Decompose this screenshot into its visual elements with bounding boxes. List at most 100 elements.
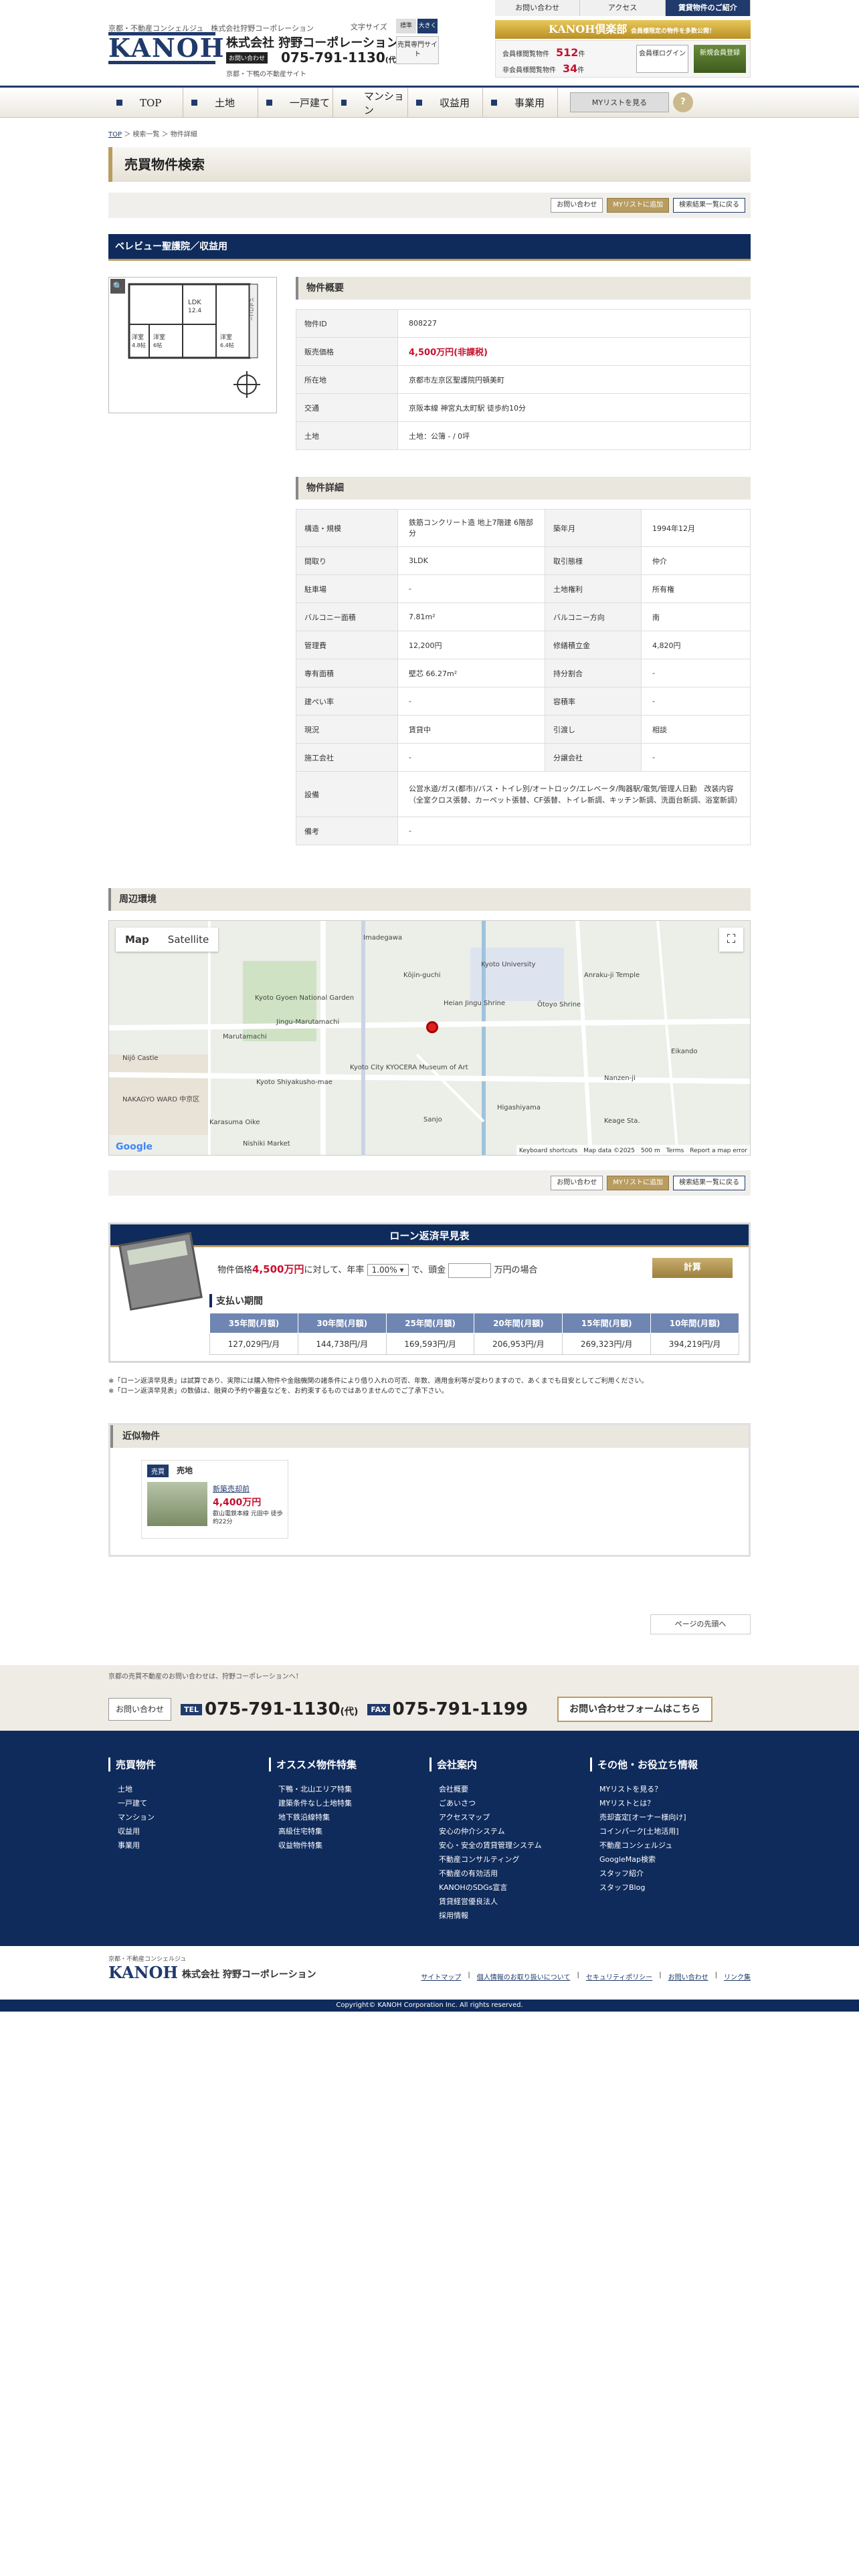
footer-link[interactable]: 土地 [108,1782,269,1796]
font-size-standard-button[interactable]: 標準 [396,19,416,33]
top-links: お問い合わせ アクセス 賃貸物件のご紹介 [495,0,751,16]
nav-top[interactable]: TOP [108,88,183,118]
footer-link[interactable]: 不動産の有効活用 [430,1866,590,1881]
zoom-icon[interactable]: 🔍 [110,279,125,294]
footer-link[interactable]: 収益物件特集 [269,1838,430,1852]
similar-card[interactable]: 売買 売地 新築売却前 4,400万円 叡山電鉄本線 元田中 徒歩約22分 [141,1460,288,1539]
footer-link[interactable]: 不動産コンサルティング [430,1852,590,1866]
site-logo[interactable]: KANOH [108,32,224,64]
font-size-label: 文字サイズ [351,23,387,31]
map-label: Kyoto Gyoen National Garden [255,994,355,1002]
breadcrumb: TOP ＞ 検索一覧 ＞ 物件詳細 [108,131,197,138]
footer-link[interactable]: 会社概要 [430,1782,590,1796]
member-register-button[interactable]: 新規会員登録 [694,45,746,73]
footer-link[interactable]: MYリストを見る？ [590,1782,751,1796]
footer-links: サイトマップ | 個人情報のお取り扱いについて | セキュリティポリシー | お問い合… [421,1971,751,1981]
map-label: Kōjin-guchi [403,972,441,979]
down-payment-input[interactable] [448,1263,492,1278]
add-mylist-button[interactable]: MYリストに追加 [607,198,669,213]
font-size-large-button[interactable]: 大きく [417,19,438,33]
phone-tag: お問い合わせ [226,52,268,64]
map-tab-map[interactable]: Map [116,928,159,952]
map-pin-icon[interactable] [426,1021,438,1033]
similar-price: 4,400万円 [213,1497,262,1508]
floorplan-image[interactable]: 🔍 LDK 12.4 洋室 4.8帖 洋室 6帖 洋室 6.4帖 バルコニー [108,277,277,413]
footer-link[interactable]: 事業用 [108,1838,269,1852]
footer-link[interactable]: 下鴨・北山エリア特集 [269,1782,430,1796]
footer-link[interactable]: マンション [108,1810,269,1824]
member-login-button[interactable]: 会員様ログイン [636,45,688,73]
inquiry-button[interactable]: お問い合わせ [551,198,603,213]
overview-heading: 物件概要 [296,277,751,300]
remarks: - [397,817,751,845]
nav-land[interactable]: 土地 [183,88,258,118]
footer-link[interactable]: 売却査定[オーナー様向け] [590,1810,751,1824]
add-mylist-button[interactable]: MYリストに追加 [607,1176,669,1190]
similar-photo[interactable] [147,1482,207,1526]
interest-rate-select[interactable]: 1.00% ▾ [367,1264,409,1276]
footer-link[interactable]: 地下鉄沿線特集 [269,1810,430,1824]
fullscreen-icon[interactable]: ⛶ [719,928,743,952]
footer-security-link[interactable]: セキュリティポリシー [586,1971,652,1981]
map-label: Imadegawa [363,934,403,942]
nav-house[interactable]: 一戸建て [258,88,333,118]
header-phone: 075-791-1130(代) [281,49,399,66]
footer-link[interactable]: GoogleMap検索 [590,1852,751,1866]
page-top-button[interactable]: ページの先頭へ [650,1614,751,1634]
footer-link[interactable]: 安心の仲介システム [430,1824,590,1838]
footer-link[interactable]: 収益用 [108,1824,269,1838]
back-to-results-button[interactable]: 検索結果一覧に戻る [673,1176,745,1190]
footer-link[interactable]: MYリストとは？ [590,1796,751,1810]
transport: 京阪本線 神宮丸太町駅 徒歩約10分 [397,393,751,422]
map-tab-satellite[interactable]: Satellite [159,928,218,952]
map-label: Marutamachi [223,1033,267,1041]
footer-link[interactable]: KANOHのSDGs宣言 [430,1881,590,1895]
nav-income[interactable]: 収益用 [408,88,483,118]
top-link-access[interactable]: アクセス [580,0,666,16]
footer-link[interactable]: スタッフ紹介 [590,1866,751,1881]
map-label: Kyoto Shiyakusho-mae [256,1079,332,1086]
kanoh-club-banner[interactable]: KANOH倶楽部 会員様限定の物件を多数公開！ [495,20,751,39]
footer-sitemap-link[interactable]: サイトマップ [421,1971,461,1981]
page-title: 売買物件検索 [108,147,751,182]
footer-inquiry-button[interactable]: お問い合わせ [108,1698,172,1721]
footer-link[interactable]: 安心・安全の賃貸管理システム [430,1838,590,1852]
footer-link[interactable]: 一戸建て [108,1796,269,1810]
breadcrumb-list[interactable]: 検索一覧 [132,131,159,138]
breadcrumb-top[interactable]: TOP [108,131,122,138]
footer-logo[interactable]: 京都・不動産コンシェルジュ KANOH 株式会社 狩野コーポレーション [108,1954,316,1982]
footer-link[interactable]: コインパーク[土地活用] [590,1824,751,1838]
action-bar-bottom: お問い合わせ MYリストに追加 検索結果一覧に戻る [108,1170,751,1196]
similar-link[interactable]: 新築売却前 [213,1483,250,1494]
google-map[interactable]: Map Satellite ⛶ Kyoto Gyoen National Gar… [108,920,751,1156]
footer-link[interactable]: 建築条件なし土地特集 [269,1796,430,1810]
view-mylist-button[interactable]: MYリストを見る [570,92,669,112]
footer-link[interactable]: ごあいさつ [430,1796,590,1810]
footer-inquiry-link[interactable]: お問い合わせ [668,1971,708,1981]
fp-room2-label: 洋室 [153,333,165,341]
footer-link[interactable]: 不動産コンシェルジュ [590,1838,751,1852]
nav-mansion[interactable]: マンション [333,88,408,118]
top-link-inquiry[interactable]: お問い合わせ [495,0,581,16]
sales-site-badge[interactable]: 売買専門サイト [396,36,439,64]
calculate-button[interactable]: 計算 [652,1258,733,1278]
details-table: 構造・規模 鉄筋コンクリート造 地上7階建 6階部分 築年月 1994年12月 間取り… [296,509,751,845]
map-attribution[interactable]: Keyboard shortcuts Map data ©2025 500 m … [516,1145,750,1155]
footer-link[interactable]: 採用情報 [430,1909,590,1923]
footer-link[interactable]: アクセスマップ [430,1810,590,1824]
back-to-results-button[interactable]: 検索結果一覧に戻る [673,198,745,213]
footer-links-link[interactable]: リンク集 [724,1971,751,1981]
footer-privacy-link[interactable]: 個人情報のお取り扱いについて [477,1971,571,1981]
help-icon[interactable]: ? [673,92,693,112]
inquiry-button[interactable]: お問い合わせ [551,1176,603,1190]
footer-link[interactable]: 高級住宅特集 [269,1824,430,1838]
map-label: Keage Sta. [604,1117,640,1125]
copyright: Copyright© KANOH Corporation Inc. All ri… [0,2000,859,2012]
footer-link[interactable]: 賃貸経営優良法人 [430,1895,590,1909]
top-link-rental[interactable]: 賃貸物件のご紹介 [665,0,751,16]
nav-business[interactable]: 事業用 [483,88,558,118]
footer-link[interactable]: スタッフBlog [590,1881,751,1895]
overview-table: 物件ID 808227 販売価格 4,500万円(非課税) 所在地 京都市左京区聖護院… [296,309,751,450]
inquiry-form-button[interactable]: お問い合わせフォームはこちら [557,1697,712,1722]
nav-bullet-icon [416,100,422,106]
